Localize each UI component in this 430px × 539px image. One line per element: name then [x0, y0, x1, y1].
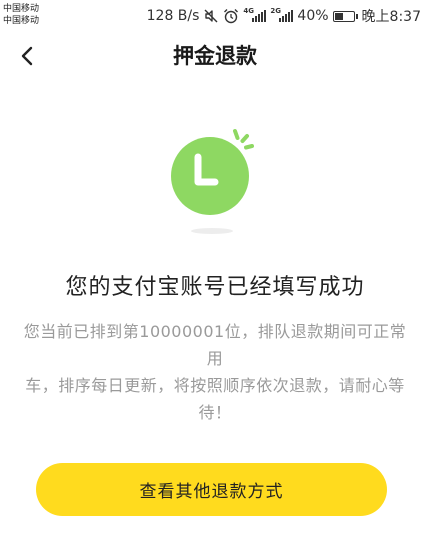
carrier-info: 中国移动 中国移动 [3, 3, 39, 27]
signal-icon: 2G [270, 7, 294, 22]
carrier-1-label: 中国移动 [3, 4, 40, 14]
status-time: 晚上8:37 [361, 9, 421, 25]
signal-1-label: 4G [243, 7, 255, 15]
carrier-2-label: 中国移动 [3, 16, 40, 26]
header: 押金退款 [0, 34, 430, 78]
other-refund-methods-button[interactable]: 查看其他退款方式 [36, 463, 387, 516]
battery-percent: 40% [297, 8, 329, 24]
queue-description: 您当前已排到第10000001位，排队退款期间可正常用 车，排序每日更新，将按照… [22, 318, 408, 426]
battery-icon [332, 10, 358, 22]
page-title: 押金退款 [173, 44, 257, 68]
signal-2-label: 2G [270, 7, 282, 15]
signal-icon: 4G [243, 7, 267, 22]
status-indicators: 128 B/s 4G 2G 40% 晚上8:37 [147, 6, 421, 26]
status-bar: 中国移动 中国移动 128 B/s 4G 2G 40% 晚上8:37 [0, 0, 430, 34]
clock-icon [171, 129, 254, 234]
description-line: 车，排序每日更新，将按照顺序依次退款，请耐心等 [25, 376, 405, 395]
description-line: 您当前已排到第10000001位，排队退款期间可正常用 [23, 322, 407, 368]
network-speed: 128 B/s [146, 8, 200, 24]
mute-icon [203, 8, 219, 24]
description-line: 待！ [198, 403, 232, 422]
success-heading: 您的支付宝账号已经填写成功 [65, 275, 365, 300]
alarm-icon [223, 8, 239, 24]
